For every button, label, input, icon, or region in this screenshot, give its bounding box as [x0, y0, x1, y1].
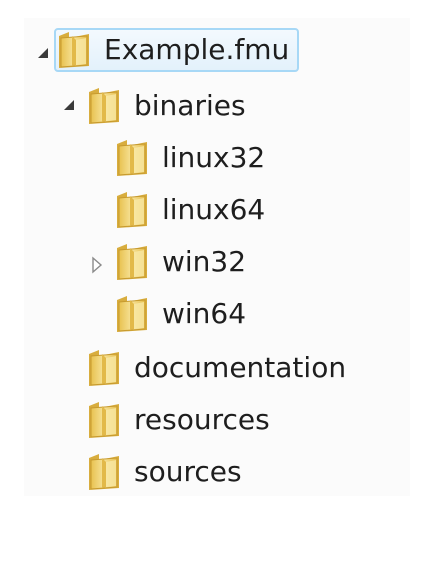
- tree-item-label: Example.fmu: [104, 33, 290, 66]
- tree-item-linux32[interactable]: linux32: [114, 132, 265, 184]
- tree-item-linux64[interactable]: linux64: [114, 184, 265, 236]
- tree-item-label: win32: [162, 245, 247, 278]
- tree-item-example-fmu[interactable]: Example.fmu: [54, 28, 300, 72]
- folder-icon: [56, 30, 92, 70]
- folder-icon: [86, 452, 122, 492]
- collapsed-arrow-icon[interactable]: [88, 256, 106, 274]
- folder-icon: [114, 242, 150, 282]
- tree-item-resources[interactable]: resources: [86, 394, 270, 446]
- tree-item-win32[interactable]: win32: [114, 236, 246, 288]
- tree-item-label: linux32: [162, 141, 266, 174]
- folder-icon: [86, 86, 122, 126]
- tree-item-label: win64: [162, 297, 247, 330]
- folder-tree: Example.fmu binaries linux32 linux64 win…: [24, 18, 410, 496]
- folder-icon: [86, 348, 122, 388]
- tree-item-label: resources: [134, 403, 270, 436]
- tree-item-win64[interactable]: win64: [114, 288, 246, 340]
- folder-icon: [114, 138, 150, 178]
- tree-item-label: documentation: [134, 351, 347, 384]
- tree-item-documentation[interactable]: documentation: [86, 342, 346, 394]
- tree-item-sources[interactable]: sources: [86, 446, 242, 498]
- tree-item-label: sources: [134, 455, 242, 488]
- folder-icon: [86, 400, 122, 440]
- folder-icon: [114, 190, 150, 230]
- expanded-arrow-icon[interactable]: [34, 44, 52, 62]
- tree-item-binaries[interactable]: binaries: [86, 80, 246, 132]
- tree-item-label: binaries: [134, 89, 246, 122]
- folder-icon: [114, 294, 150, 334]
- expanded-arrow-icon[interactable]: [60, 96, 78, 114]
- tree-item-label: linux64: [162, 193, 266, 226]
